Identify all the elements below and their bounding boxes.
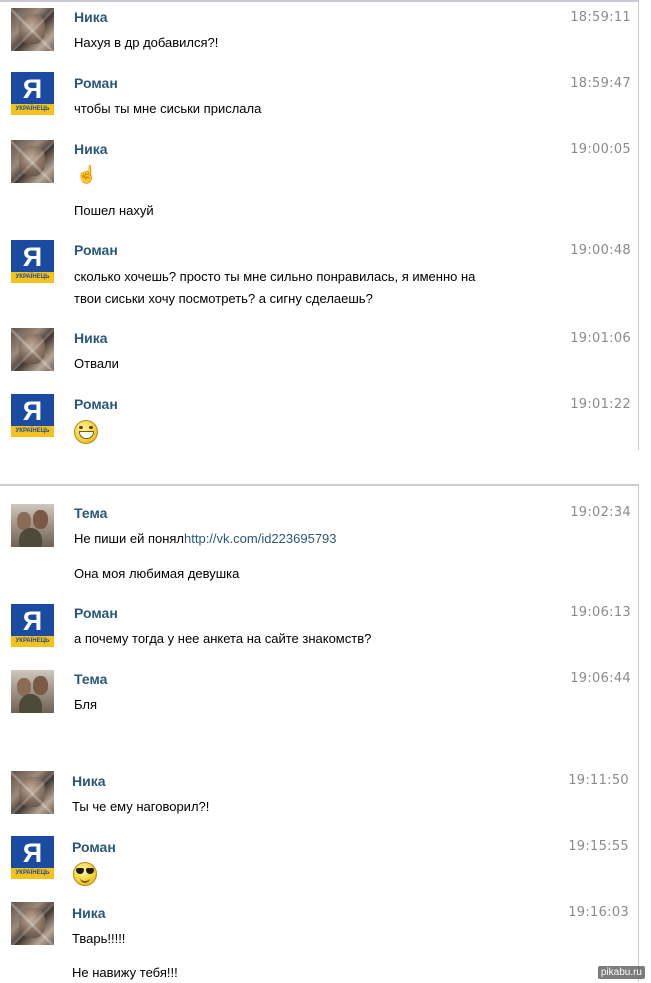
message-text: сколько хочешь? просто ты мне сильно пон… <box>74 269 476 284</box>
avatar-roman[interactable]: Я УКРАЇНЕЦЬ <box>11 72 54 115</box>
message-text: Бля <box>74 697 98 712</box>
avatar-strip: УКРАЇНЕЦЬ <box>11 636 54 647</box>
message-text: Тварь!!!!! <box>72 931 126 946</box>
message-text-2: Она моя любимая девушка <box>74 566 240 581</box>
avatar-nika[interactable] <box>11 328 54 371</box>
avatar-tema[interactable] <box>11 670 54 713</box>
author-name[interactable]: Ника <box>74 141 108 157</box>
avatar-strip-label: УКРАЇНЕЦЬ <box>15 870 50 876</box>
author-name[interactable]: Ника <box>74 9 108 25</box>
avatar-nika[interactable] <box>11 771 54 814</box>
author-name[interactable]: Роман <box>72 839 116 855</box>
avatar-nika[interactable] <box>11 140 54 183</box>
message-text: Отвали <box>74 356 119 371</box>
message-text: а почему тогда у нее анкета на сайте зна… <box>74 631 372 646</box>
sunglasses-face-icon <box>73 862 97 886</box>
message-text: чтобы ты мне сиськи прислала <box>74 101 262 116</box>
author-name[interactable]: Тема <box>74 671 107 687</box>
author-name[interactable]: Роман <box>74 605 118 621</box>
avatar-strip-label: УКРАЇНЕЦЬ <box>15 106 50 112</box>
message-text: Пошел нахуй <box>74 203 154 218</box>
avatar-strip: УКРАЇНЕЦЬ <box>11 426 54 437</box>
message-time: 18:59:11 <box>570 10 631 25</box>
avatar-strip-label: УКРАЇНЕЦЬ <box>15 638 50 644</box>
message-text: Не пиши ей понялhttp://vk.com/id22369579… <box>74 528 544 549</box>
message-time: 19:01:06 <box>570 331 631 346</box>
avatar-roman[interactable]: Я УКРАЇНЕЦЬ <box>11 604 54 647</box>
message-text-prefix: Не пиши ей понял <box>74 531 185 546</box>
author-name[interactable]: Тема <box>74 505 107 521</box>
avatar-letter: Я <box>22 606 43 636</box>
message-time: 19:06:13 <box>570 605 631 620</box>
author-name[interactable]: Ника <box>74 330 108 346</box>
message-time: 19:01:22 <box>570 397 631 412</box>
avatar-letter: Я <box>22 74 43 104</box>
avatar-strip-label: УКРАЇНЕЦЬ <box>15 428 50 434</box>
chat-panel-1: Ника 18:59:11 Нахуя в др добавился?! Я У… <box>0 0 639 450</box>
message-time: 19:11:50 <box>568 773 629 788</box>
message-text-2: Не навижу тебя!!! <box>72 965 178 980</box>
pointing-hand-icon: ☝ <box>76 165 98 184</box>
message-text: Ты че ему наговорил?! <box>72 799 210 814</box>
avatar-nika[interactable] <box>11 8 54 51</box>
author-name[interactable]: Ника <box>72 773 106 789</box>
message-text: Нахуя в др добавился?! <box>74 35 219 50</box>
avatar-strip: УКРАЇНЕЦЬ <box>11 104 54 115</box>
avatar-letter: Я <box>22 242 43 272</box>
avatar-strip-label: УКРАЇНЕЦЬ <box>15 274 50 280</box>
avatar-letter: Я <box>22 396 43 426</box>
grinning-face-icon <box>74 420 98 444</box>
message-text-line2: твои сиськи хочу посмотреть? а сигну сде… <box>74 291 373 306</box>
message-time: 19:00:48 <box>570 243 631 258</box>
message-time: 18:59:47 <box>570 76 631 91</box>
avatar-roman[interactable]: Я УКРАЇНЕЦЬ <box>11 836 54 879</box>
avatar-tema[interactable] <box>11 504 54 547</box>
message-time: 19:16:03 <box>568 905 629 920</box>
message-time: 19:15:55 <box>568 839 629 854</box>
avatar-roman[interactable]: Я УКРАЇНЕЦЬ <box>11 240 54 283</box>
avatar-letter: Я <box>22 838 43 868</box>
author-name[interactable]: Роман <box>74 242 118 258</box>
message-time: 19:06:44 <box>570 671 631 686</box>
message-time: 19:02:34 <box>570 505 631 520</box>
avatar-roman[interactable]: Я УКРАЇНЕЦЬ <box>11 394 54 437</box>
avatar-nika[interactable] <box>11 902 54 945</box>
author-name[interactable]: Ника <box>72 905 106 921</box>
author-name[interactable]: Роман <box>74 396 118 412</box>
avatar-strip: УКРАЇНЕЦЬ <box>11 272 54 283</box>
profile-link[interactable]: http://vk.com/id223695793 <box>184 531 337 546</box>
message-time: 19:00:05 <box>570 142 631 157</box>
watermark: pikabu.ru <box>597 966 645 979</box>
avatar-strip: УКРАЇНЕЦЬ <box>11 868 54 879</box>
author-name[interactable]: Роман <box>74 75 118 91</box>
chat-panel-2: Тема 19:02:34 Не пиши ей понялhttp://vk.… <box>0 484 639 982</box>
